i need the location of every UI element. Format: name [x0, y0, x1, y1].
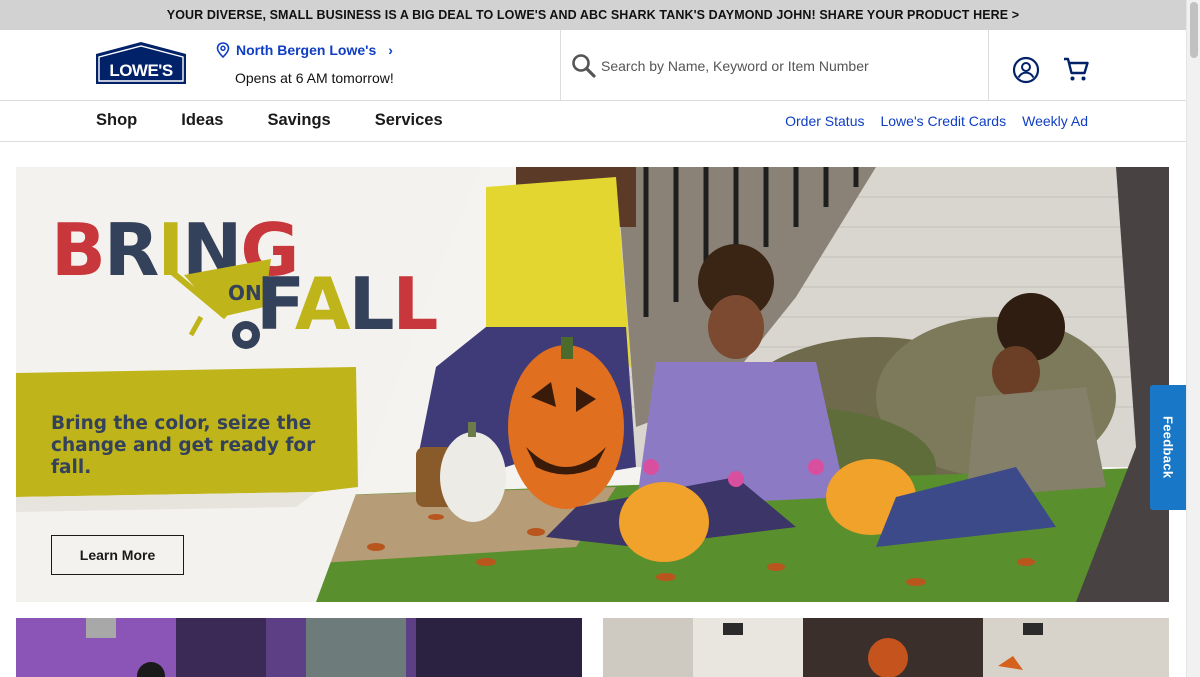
promo-card-halloween[interactable] — [16, 618, 582, 677]
search-input[interactable] — [601, 57, 961, 74]
nav-item-ideas[interactable]: Ideas — [181, 111, 223, 130]
page: YOUR DIVERSE, SMALL BUSINESS IS A BIG DE… — [0, 0, 1200, 677]
hero-banner[interactable]: BRING ON FALL Bring the color, seize the… — [16, 167, 1169, 602]
page-scrollbar[interactable] — [1186, 0, 1200, 677]
store-hours: Opens at 6 AM tomorrow! — [235, 70, 394, 86]
hero-tagline: Bring the color, seize the change and ge… — [51, 413, 316, 478]
nav-item-shop[interactable]: Shop — [96, 111, 137, 130]
headline-fall: FALL — [256, 262, 437, 346]
learn-more-button[interactable]: Learn More — [51, 535, 184, 575]
search-bar[interactable] — [560, 30, 989, 101]
site-header: LOWE'S North Bergen Lowe's › Opens at 6 … — [0, 30, 1186, 101]
pin-icon — [216, 42, 230, 58]
lowes-logo[interactable]: LOWE'S — [96, 42, 186, 84]
nav-item-savings[interactable]: Savings — [267, 111, 330, 130]
search-icon[interactable] — [571, 53, 597, 79]
scrollbar-thumb[interactable] — [1190, 2, 1198, 58]
store-selector[interactable]: North Bergen Lowe's › Opens at 6 AM tomo… — [216, 42, 394, 86]
promo-banner[interactable]: YOUR DIVERSE, SMALL BUSINESS IS A BIG DE… — [0, 0, 1186, 30]
feedback-label[interactable]: Feedback — [1161, 416, 1176, 478]
promo-banner-text[interactable]: YOUR DIVERSE, SMALL BUSINESS IS A BIG DE… — [167, 8, 1019, 22]
nav-item-services[interactable]: Services — [375, 111, 443, 130]
store-name[interactable]: North Bergen Lowe's — [236, 42, 376, 58]
feedback-tab[interactable]: Feedback — [1150, 385, 1186, 510]
hero-photo: BRING ON FALL — [16, 167, 1169, 602]
order-status-link[interactable]: Order Status — [785, 113, 864, 129]
cart-icon[interactable] — [1061, 54, 1091, 84]
weekly-ad-link[interactable]: Weekly Ad — [1022, 113, 1088, 129]
credit-cards-link[interactable]: Lowe's Credit Cards — [880, 113, 1006, 129]
main-nav: Shop Ideas Savings Services Order Status… — [0, 101, 1186, 142]
chevron-right-icon[interactable]: › — [388, 42, 393, 58]
logo-text: LOWE'S — [109, 61, 173, 80]
promo-card-porch[interactable] — [603, 618, 1169, 677]
account-icon[interactable] — [1012, 56, 1040, 84]
